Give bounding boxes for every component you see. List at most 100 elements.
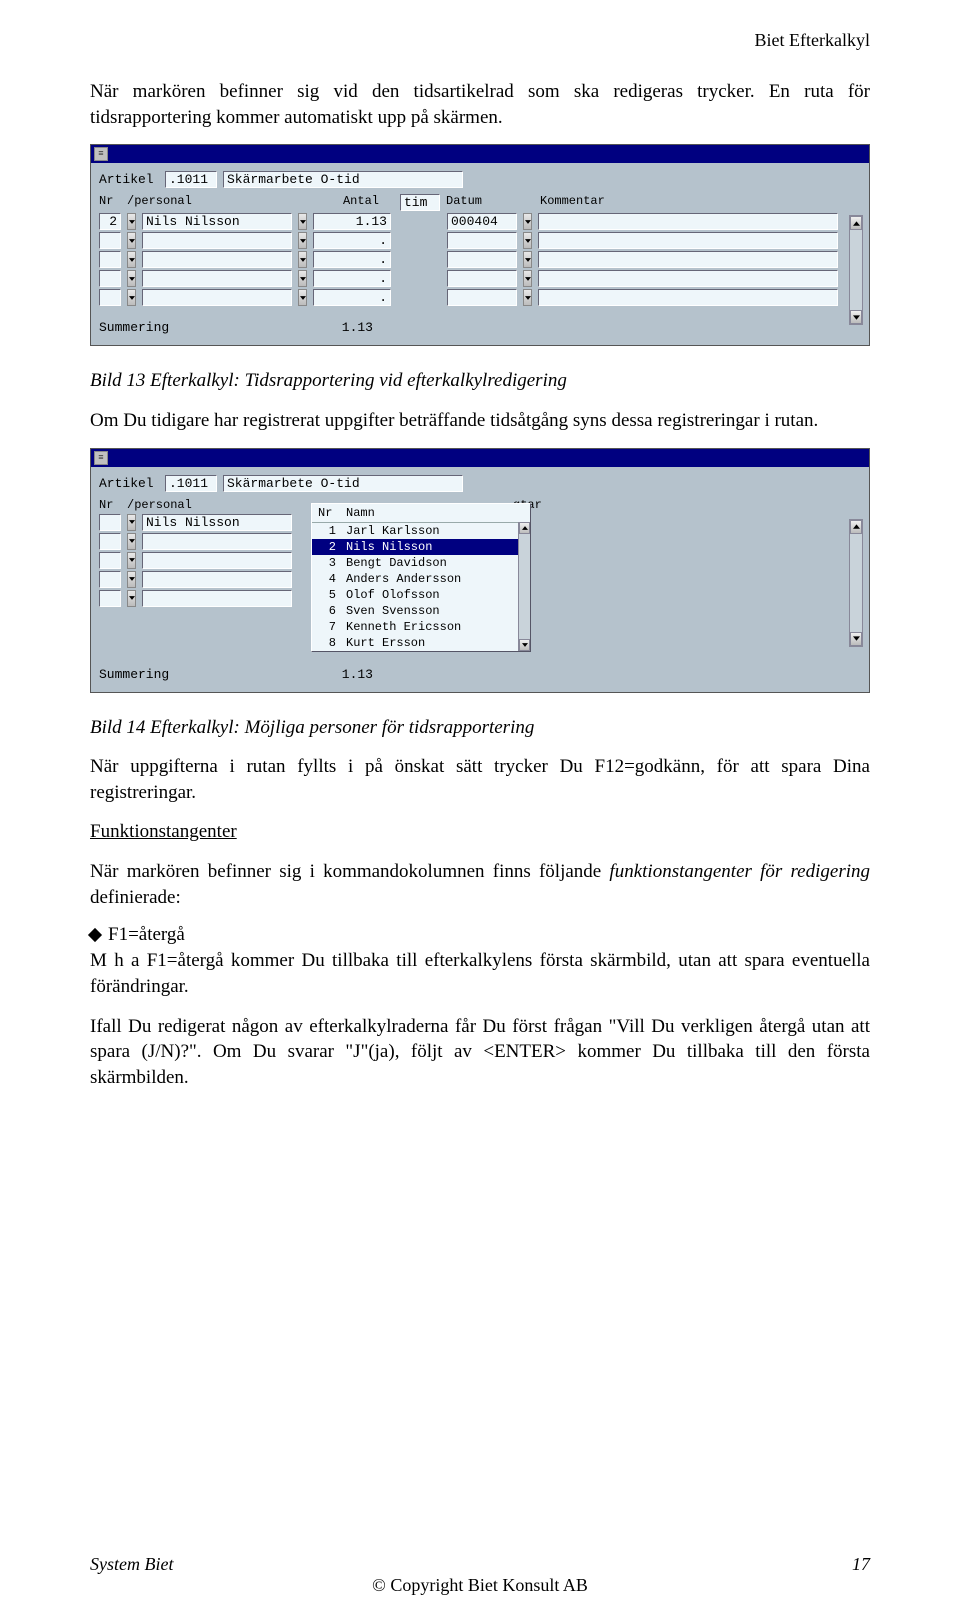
dropdown-toggle[interactable] [127, 533, 136, 550]
dropdown-toggle[interactable] [127, 590, 136, 607]
datum-field[interactable] [447, 232, 517, 249]
personal-field[interactable] [142, 552, 292, 569]
scroll-up-button[interactable] [519, 522, 530, 534]
dropdown-toggle[interactable] [298, 232, 307, 249]
kommentar-field[interactable] [538, 213, 838, 230]
bullet-text: F1=återgå [108, 924, 185, 946]
summering-label: Summering [99, 320, 289, 335]
list-item[interactable]: 1 Jarl Karlsson [312, 523, 530, 539]
personal-field[interactable] [142, 270, 292, 287]
nr-field[interactable] [99, 232, 121, 249]
dropdown-toggle[interactable] [523, 213, 532, 230]
vertical-scrollbar[interactable] [849, 215, 863, 325]
dropdown-toggle[interactable] [523, 251, 532, 268]
personnel-popup[interactable]: Nr Namn 1 Jarl Karlsson2Nils Nilsson3Beng… [311, 503, 531, 652]
dropdown-toggle[interactable] [523, 289, 532, 306]
personal-field[interactable]: Nils Nilsson [142, 514, 292, 531]
system-menu-icon[interactable]: ≡ [94, 147, 108, 161]
antal-field[interactable]: 1.13 [313, 213, 391, 230]
artikel-name-field[interactable]: Skärmarbete O-tid [223, 475, 463, 492]
col-nr: Nr [99, 498, 121, 512]
popup-item-nr: 1 [318, 524, 336, 538]
nr-field[interactable] [99, 289, 121, 306]
nr-field[interactable] [99, 514, 121, 531]
footer-copyright: © Copyright Biet Konsult AB [90, 1575, 870, 1596]
dropdown-toggle[interactable] [298, 270, 307, 287]
personal-field[interactable] [142, 571, 292, 588]
list-item[interactable]: 3Bengt Davidson [312, 555, 530, 571]
popup-item-name: Olof Olofsson [346, 588, 440, 602]
antal-field[interactable]: . [313, 251, 391, 268]
dropdown-toggle[interactable] [127, 251, 136, 268]
popup-item-name: Sven Svensson [346, 604, 440, 618]
footer-left: System Biet [90, 1554, 173, 1575]
dropdown-toggle[interactable] [127, 270, 136, 287]
scroll-up-button[interactable] [850, 216, 862, 230]
table-row: . [99, 232, 861, 249]
scroll-down-button[interactable] [850, 632, 862, 646]
popup-item-nr: 3 [318, 556, 336, 570]
text-run-italic: funktionstangenter för redigering [609, 861, 870, 882]
kommentar-field[interactable] [538, 270, 838, 287]
nr-field[interactable] [99, 571, 121, 588]
popup-item-name: Jarl Karlsson [346, 524, 440, 538]
dropdown-toggle[interactable] [127, 289, 136, 306]
artikel-label: Artikel [99, 476, 159, 491]
unit-field[interactable]: tim [400, 194, 440, 211]
popup-item-nr: 5 [318, 588, 336, 602]
scroll-down-button[interactable] [850, 310, 862, 324]
window-titlebar: ≡ [91, 145, 869, 163]
dropdown-toggle[interactable] [127, 514, 136, 531]
dropdown-toggle[interactable] [298, 213, 307, 230]
personal-field[interactable] [142, 232, 292, 249]
nr-field[interactable]: 2 [99, 213, 121, 230]
popup-col-nr: Nr [318, 506, 336, 520]
personal-field[interactable]: Nils Nilsson [142, 213, 292, 230]
datum-field[interactable] [447, 251, 517, 268]
artikel-code-field[interactable]: .1011 [165, 171, 217, 188]
dropdown-toggle[interactable] [523, 270, 532, 287]
dropdown-toggle[interactable] [127, 571, 136, 588]
nr-field[interactable] [99, 270, 121, 287]
col-nr: Nr [99, 194, 121, 211]
datum-field[interactable] [447, 270, 517, 287]
popup-item-nr: 2 [318, 540, 336, 554]
nr-field[interactable] [99, 533, 121, 550]
kommentar-field[interactable] [538, 289, 838, 306]
popup-header: Nr Namn [312, 504, 530, 523]
datum-field[interactable] [447, 289, 517, 306]
popup-scrollbar[interactable] [518, 522, 530, 651]
app-screenshot-2: ≡ Artikel .1011 Skärmarbete O-tid Nr /pe… [90, 448, 870, 693]
dropdown-toggle[interactable] [127, 232, 136, 249]
dropdown-toggle[interactable] [298, 289, 307, 306]
datum-field[interactable]: 000404 [447, 213, 517, 230]
dropdown-toggle[interactable] [127, 213, 136, 230]
antal-field[interactable]: . [313, 270, 391, 287]
personal-field[interactable] [142, 590, 292, 607]
system-menu-icon[interactable]: ≡ [94, 451, 108, 465]
list-item[interactable]: 5 Olof Olofsson [312, 587, 530, 603]
kommentar-field[interactable] [538, 251, 838, 268]
list-item[interactable]: 7Kenneth Ericsson [312, 619, 530, 635]
antal-field[interactable]: . [313, 232, 391, 249]
vertical-scrollbar[interactable] [849, 519, 863, 647]
list-item[interactable]: 8Kurt Ersson [312, 635, 530, 651]
artikel-code-field[interactable]: .1011 [165, 475, 217, 492]
list-item[interactable]: 4Anders Andersson [312, 571, 530, 587]
dropdown-toggle[interactable] [298, 251, 307, 268]
dropdown-toggle[interactable] [523, 232, 532, 249]
antal-field[interactable]: . [313, 289, 391, 306]
nr-field[interactable] [99, 251, 121, 268]
list-item[interactable]: 6Sven Svensson [312, 603, 530, 619]
nr-field[interactable] [99, 590, 121, 607]
kommentar-field[interactable] [538, 232, 838, 249]
personal-field[interactable] [142, 533, 292, 550]
scroll-up-button[interactable] [850, 520, 862, 534]
dropdown-toggle[interactable] [127, 552, 136, 569]
scroll-down-button[interactable] [519, 639, 530, 651]
artikel-name-field[interactable]: Skärmarbete O-tid [223, 171, 463, 188]
personal-field[interactable] [142, 251, 292, 268]
personal-field[interactable] [142, 289, 292, 306]
list-item[interactable]: 2Nils Nilsson [312, 539, 530, 555]
nr-field[interactable] [99, 552, 121, 569]
